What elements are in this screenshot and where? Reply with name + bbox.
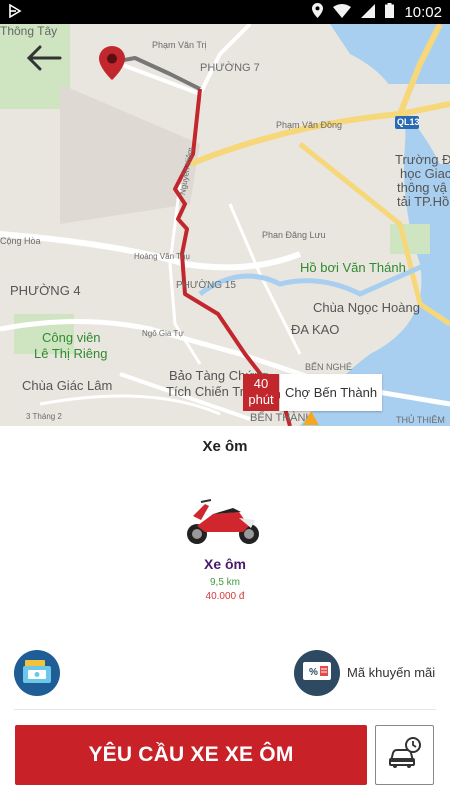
map-canvas xyxy=(0,24,450,426)
map-label: Phan Đăng Lưu xyxy=(262,230,326,240)
coupon-icon: % xyxy=(302,660,332,687)
map-label: Hoàng Văn Thụ xyxy=(134,252,190,261)
map-label: Công viên xyxy=(42,330,101,345)
map-label: thông vậ xyxy=(397,180,447,195)
map-label: THỦ THIÊM xyxy=(396,415,445,425)
map-label: tải TP.Hồ xyxy=(397,194,450,209)
signal-icon xyxy=(361,3,376,21)
status-time: 10:02 xyxy=(404,3,442,21)
map-label: Hồ bơi Văn Thánh xyxy=(300,260,406,275)
map-label: Thông Tây xyxy=(0,24,58,38)
map-label: Trường Đ xyxy=(395,152,450,167)
map-label: Chùa Ngọc Hoàng xyxy=(313,300,420,315)
promo-code-label[interactable]: Mã khuyến mãi xyxy=(347,665,435,680)
route-map[interactable]: Thông Tây Phạm Văn Trị PHƯỜNG 7 Phạm Văn… xyxy=(0,24,450,426)
map-label: Lê Thị Riêng xyxy=(34,346,108,361)
scheduled-car-icon xyxy=(388,736,422,774)
status-bar: 10:02 xyxy=(0,0,450,24)
map-label: học Giac xyxy=(400,166,450,181)
map-label: PHƯỜNG 15 xyxy=(176,280,236,291)
map-label: 3 Tháng 2 xyxy=(26,412,62,421)
service-title: Xe ôm xyxy=(202,438,248,455)
booking-panel: Xe ôm Xe ôm 9,5 km 40.000 đ % Mã khuyến … xyxy=(0,426,450,800)
map-label: ĐA KAO xyxy=(291,322,340,337)
wifi-icon xyxy=(333,3,352,21)
destination-label[interactable]: Chợ Bến Thành xyxy=(280,374,382,411)
map-label: Phạm Văn Đồng xyxy=(276,120,343,130)
request-ride-button[interactable]: YÊU CẦU XE XE ÔM xyxy=(15,725,367,785)
payment-method-button[interactable] xyxy=(14,650,60,696)
map-label: Cộng Hòa xyxy=(0,236,41,246)
divider xyxy=(14,709,436,710)
schedule-ride-button[interactable] xyxy=(375,725,434,785)
promo-code-button[interactable]: % xyxy=(294,650,340,696)
eta-badge: 40 phút xyxy=(243,374,279,411)
wallet-icon xyxy=(22,658,52,689)
back-button[interactable] xyxy=(26,45,66,75)
battery-icon xyxy=(385,3,395,21)
trip-distance: 9,5 km xyxy=(209,577,240,588)
motorbike-icon[interactable] xyxy=(183,496,265,546)
location-icon xyxy=(312,3,324,21)
app-notification-icon xyxy=(8,3,22,21)
map-label: PHƯỜNG 4 xyxy=(10,283,81,298)
map-label: QL13 xyxy=(397,117,420,127)
trip-price: 40.000 đ xyxy=(205,591,245,602)
svg-text:%: % xyxy=(309,667,318,678)
map-label: Chùa Giác Lâm xyxy=(22,378,113,393)
map-label: BẾN NGHÉ xyxy=(305,362,353,372)
map-label: Ngô Gia Tự xyxy=(142,329,184,338)
map-label: PHƯỜNG 7 xyxy=(200,62,260,74)
vehicle-name: Xe ôm xyxy=(203,556,246,572)
map-label: Tích Chiến Tr xyxy=(166,384,245,399)
origin-pin-icon xyxy=(99,46,125,80)
map-label: Phạm Văn Trị xyxy=(152,40,207,50)
